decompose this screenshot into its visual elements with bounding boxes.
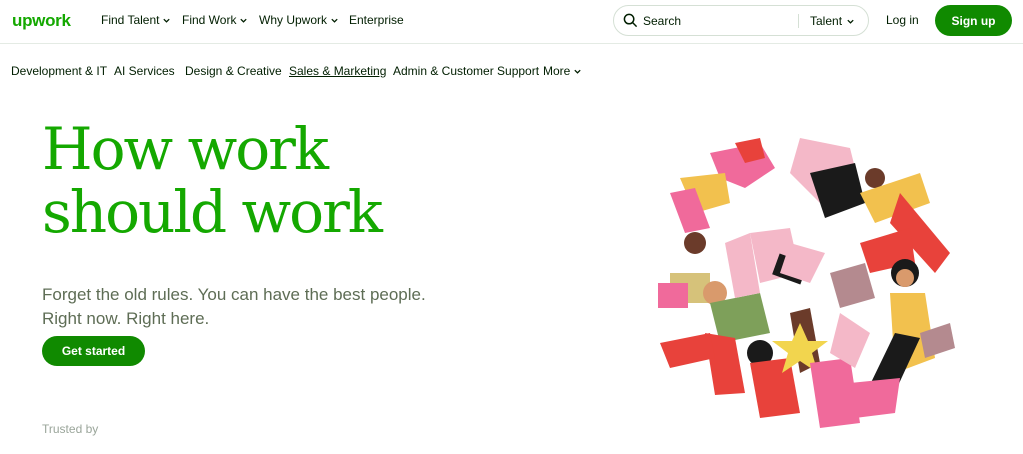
hero-subtitle-line: Forget the old rules. You can have the b… bbox=[42, 285, 426, 304]
nav-enterprise[interactable]: Enterprise bbox=[349, 13, 404, 27]
category-label: AI Services bbox=[114, 64, 175, 78]
login-link[interactable]: Log in bbox=[886, 13, 919, 27]
category-label: Admin & Customer Support bbox=[393, 64, 540, 78]
get-started-button[interactable]: Get started bbox=[42, 336, 145, 366]
search-icon bbox=[623, 13, 638, 33]
trusted-by-label: Trusted by bbox=[42, 422, 99, 436]
category-development-it[interactable]: Development & IT bbox=[11, 64, 107, 78]
chevron-down-icon bbox=[330, 16, 339, 25]
category-design-creative[interactable]: Design & Creative bbox=[185, 64, 282, 78]
hero-subtitle-line: Right now. Right here. bbox=[42, 309, 210, 328]
category-sales-marketing[interactable]: Sales & Marketing bbox=[289, 64, 386, 78]
chevron-down-icon bbox=[239, 16, 248, 25]
top-navigation-bar: upwork Find Talent Find Work Why Upwork … bbox=[0, 0, 1023, 44]
hero-illustration bbox=[650, 133, 960, 438]
nav-enterprise-label: Enterprise bbox=[349, 13, 404, 27]
nav-why-upwork-label: Why Upwork bbox=[259, 13, 328, 27]
upwork-logo[interactable]: upwork bbox=[12, 11, 71, 31]
hero-title: How work should work bbox=[42, 115, 383, 246]
category-more[interactable]: More bbox=[543, 64, 582, 78]
signup-button[interactable]: Sign up bbox=[935, 5, 1012, 36]
nav-find-talent[interactable]: Find Talent bbox=[101, 13, 171, 27]
search-scope-dropdown[interactable]: Talent bbox=[810, 14, 855, 28]
category-label: Sales & Marketing bbox=[289, 64, 387, 78]
chevron-down-icon bbox=[846, 17, 855, 26]
category-label: Development & IT bbox=[11, 64, 108, 78]
nav-find-work-label: Find Work bbox=[182, 13, 237, 27]
search-scope-label: Talent bbox=[810, 14, 843, 28]
hero-title-line: How work bbox=[42, 115, 329, 183]
search-divider bbox=[798, 14, 799, 28]
category-label: Design & Creative bbox=[185, 64, 282, 78]
category-ai-services[interactable]: AI Services bbox=[114, 64, 175, 78]
category-label: More bbox=[543, 64, 571, 78]
search-bar[interactable]: Search Talent bbox=[613, 5, 869, 36]
category-admin-customer-support[interactable]: Admin & Customer Support bbox=[393, 64, 539, 78]
nav-find-talent-label: Find Talent bbox=[101, 13, 160, 27]
nav-find-work[interactable]: Find Work bbox=[182, 13, 248, 27]
chevron-down-icon bbox=[573, 67, 582, 76]
chevron-down-icon bbox=[162, 16, 171, 25]
search-input[interactable]: Search bbox=[643, 14, 681, 28]
hero-title-line: should work bbox=[42, 178, 383, 246]
nav-why-upwork[interactable]: Why Upwork bbox=[259, 13, 339, 27]
illustration-figures bbox=[658, 138, 955, 428]
hero-subtitle: Forget the old rules. You can have the b… bbox=[42, 283, 426, 331]
